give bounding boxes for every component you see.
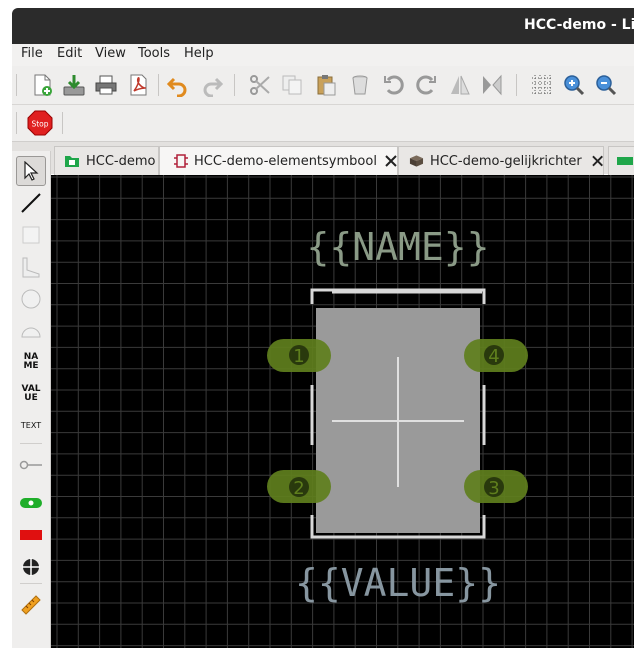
menu-help[interactable]: Help <box>184 46 214 61</box>
main-toolbar <box>12 66 634 105</box>
pad-3[interactable]: 3 <box>464 470 528 503</box>
rectangle-icon <box>22 226 40 244</box>
close-icon[interactable] <box>385 155 397 167</box>
hole-icon <box>22 558 40 576</box>
measure-tool[interactable] <box>16 591 46 619</box>
pad-number: 4 <box>488 346 499 367</box>
pad-number: 2 <box>293 478 304 499</box>
menu-tools[interactable]: Tools <box>138 46 170 61</box>
ruler-icon <box>21 595 41 615</box>
pad-2[interactable]: 2 <box>267 470 331 503</box>
grid-icon[interactable] <box>528 71 556 99</box>
window-titlebar: HCC-demo - Lib <box>12 8 634 44</box>
pad-1[interactable]: 1 <box>267 339 331 372</box>
component-icon <box>174 154 188 168</box>
smt-pad-icon <box>20 530 42 540</box>
stop-button[interactable]: Stop <box>26 109 54 137</box>
value-placeholder[interactable]: {{VALUE}} <box>295 561 501 605</box>
draw-polygon-tool[interactable] <box>16 253 46 281</box>
draw-arc-tool[interactable] <box>16 317 46 345</box>
menu-view[interactable]: View <box>95 46 126 61</box>
add-smt-pad-tool[interactable] <box>16 521 46 549</box>
new-file-icon[interactable] <box>28 71 56 99</box>
tab-bar: HCC-demo HCC-demo-elementsymbool HCC-dem… <box>12 142 634 175</box>
zoom-in-icon[interactable] <box>560 71 588 99</box>
symbol-canvas-svg[interactable]: 1 4 2 3 {{NAME}} {{VALUE}} <box>51 175 634 648</box>
add-value-tool[interactable]: VAL UE <box>16 381 46 407</box>
redo-icon[interactable] <box>198 71 226 99</box>
pin-icon <box>19 460 42 470</box>
menu-file[interactable]: File <box>21 46 43 61</box>
drawing-toolbar: NA ME VAL UE TEXT <box>12 151 51 648</box>
add-name-tool[interactable]: NA ME <box>16 349 46 375</box>
delete-icon[interactable] <box>346 71 374 99</box>
pad-number: 3 <box>488 478 499 499</box>
line-icon <box>21 193 41 213</box>
arc-icon <box>21 327 41 338</box>
add-tht-pad-tool[interactable] <box>16 489 46 517</box>
add-pin-tool[interactable] <box>16 451 46 479</box>
secondary-toolbar: Stop <box>12 105 634 142</box>
save-icon[interactable] <box>60 71 88 99</box>
select-tool[interactable] <box>16 156 46 186</box>
menu-bar: File Edit View Tools Help <box>12 44 634 66</box>
name-placeholder[interactable]: {{NAME}} <box>306 225 489 269</box>
tab-overflow[interactable] <box>608 146 634 175</box>
mirror-horizontal-icon[interactable] <box>446 71 474 99</box>
export-pdf-icon[interactable] <box>124 71 152 99</box>
tab-label: HCC-demo-elementsymbool <box>194 153 377 169</box>
tht-pad-icon <box>20 498 42 508</box>
draw-line-tool[interactable] <box>16 189 46 217</box>
pad-number: 1 <box>293 346 304 367</box>
close-icon[interactable] <box>592 155 603 167</box>
draw-rect-tool[interactable] <box>16 221 46 249</box>
paste-icon[interactable] <box>312 71 340 99</box>
folder-icon <box>65 156 79 167</box>
package-icon <box>409 155 424 167</box>
folder-icon <box>617 157 633 165</box>
tab-elementsymbool[interactable]: HCC-demo-elementsymbool <box>159 146 398 175</box>
editor-canvas[interactable]: 1 4 2 3 {{NAME}} {{VALUE}} <box>51 175 634 648</box>
tab-label: HCC-demo-gelijkrichter <box>429 153 582 169</box>
polygon-icon <box>22 257 40 278</box>
cut-icon[interactable] <box>246 71 274 99</box>
tab-label: HCC-demo <box>86 153 156 169</box>
circle-icon <box>21 289 41 309</box>
cursor-icon <box>24 161 39 181</box>
zoom-out-icon[interactable] <box>592 71 620 99</box>
pad-4[interactable]: 4 <box>464 339 528 372</box>
rotate-ccw-icon[interactable] <box>380 71 408 99</box>
undo-icon[interactable] <box>164 71 192 99</box>
rotate-cw-icon[interactable] <box>412 71 440 99</box>
add-text-tool[interactable]: TEXT <box>16 413 46 437</box>
menu-edit[interactable]: Edit <box>57 46 82 61</box>
stop-label: Stop <box>31 120 48 129</box>
print-icon[interactable] <box>92 71 120 99</box>
tab-gelijkrichter[interactable]: HCC-demo-gelijkrichter <box>398 146 604 175</box>
tab-hcc-demo[interactable]: HCC-demo <box>54 146 159 175</box>
mirror-vertical-icon[interactable] <box>478 71 506 99</box>
copy-icon[interactable] <box>278 71 306 99</box>
draw-circle-tool[interactable] <box>16 285 46 313</box>
add-hole-tool[interactable] <box>16 553 46 581</box>
window-title: HCC-demo - Lib <box>524 17 634 33</box>
